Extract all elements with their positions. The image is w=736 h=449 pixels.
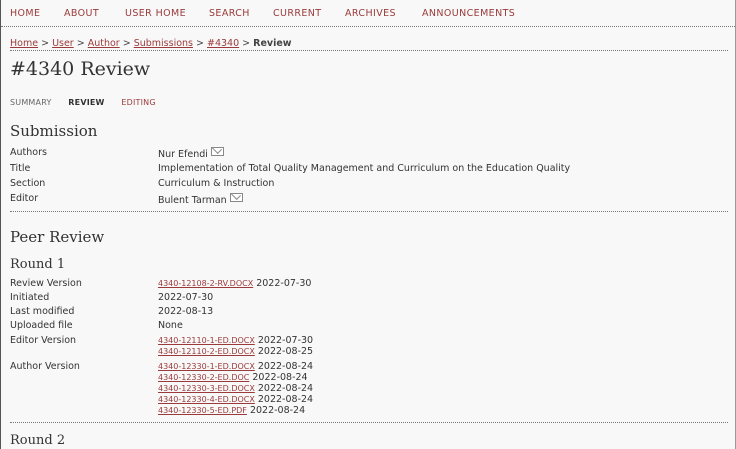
review-version-label: Review Version xyxy=(10,278,82,289)
tab-review[interactable]: REVIEW xyxy=(68,98,104,107)
breadcrumb-author[interactable]: Author xyxy=(88,38,120,49)
tab-summary[interactable]: SUMMARY xyxy=(10,98,52,107)
breadcrumb-user[interactable]: User xyxy=(52,38,74,49)
author-file-link[interactable]: 4340-12330-1-ED.DOCX xyxy=(158,362,255,371)
author-file-link[interactable]: 4340-12330-2-ED.DOC xyxy=(158,373,249,382)
author-file-row: 4340-12330-3-ED.DOCX 2022-08-24 xyxy=(158,383,314,394)
authors-value: Nur Efendi xyxy=(158,147,224,160)
section-value: Curriculum & Instruction xyxy=(158,178,275,189)
breadcrumb-submissions[interactable]: Submissions xyxy=(134,38,193,49)
editor-file-row: 4340-12110-2-ED.DOCX 2022-08-25 xyxy=(158,346,314,357)
divider xyxy=(10,211,728,212)
breadcrumb-home[interactable]: Home xyxy=(10,38,38,49)
author-file-row: 4340-12330-4-ED.DOCX 2022-08-24 xyxy=(158,394,314,405)
editor-file-link[interactable]: 4340-12110-2-ED.DOCX xyxy=(158,347,255,356)
nav-about[interactable]: ABOUT xyxy=(64,8,99,19)
breadcrumb-id[interactable]: #4340 xyxy=(207,38,239,49)
submission-heading: Submission xyxy=(10,122,98,140)
initiated-value: 2022-07-30 xyxy=(158,292,214,303)
divider xyxy=(10,50,728,51)
nav-announcements[interactable]: ANNOUNCEMENTS xyxy=(422,8,515,19)
nav-user-home[interactable]: USER HOME xyxy=(125,8,186,19)
title-value: Implementation of Total Quality Manageme… xyxy=(158,163,571,174)
breadcrumb: Home > User > Author > Submissions > #43… xyxy=(10,38,292,49)
authors-label: Authors xyxy=(10,147,47,158)
round-2-heading: Round 2 xyxy=(10,433,66,448)
author-file-link[interactable]: 4340-12330-3-ED.DOCX xyxy=(158,384,255,393)
author-file-row: 4340-12330-1-ED.DOCX 2022-08-24 xyxy=(158,361,314,372)
author-file-link[interactable]: 4340-12330-4-ED.DOCX xyxy=(158,395,255,404)
breadcrumb-current: Review xyxy=(253,38,292,49)
nav-search[interactable]: SEARCH xyxy=(209,8,250,19)
uploaded-file-label: Uploaded file xyxy=(10,320,73,331)
section-label: Section xyxy=(10,178,46,189)
divider xyxy=(10,422,728,423)
last-modified-value: 2022-08-13 xyxy=(158,306,214,317)
editor-version-label: Editor Version xyxy=(10,335,77,346)
last-modified-label: Last modified xyxy=(10,306,75,317)
author-file-row: 4340-12330-5-ED.PDF 2022-08-24 xyxy=(158,405,306,416)
author-version-label: Author Version xyxy=(10,361,80,372)
author-file-link[interactable]: 4340-12330-5-ED.PDF xyxy=(158,406,247,415)
review-version-value: 4340-12108-2-RV.DOCX 2022-07-30 xyxy=(158,278,312,289)
nav-home[interactable]: HOME xyxy=(10,8,40,19)
review-version-file-link[interactable]: 4340-12108-2-RV.DOCX xyxy=(158,279,253,288)
editor-file-row: 4340-12110-1-ED.DOCX 2022-07-30 xyxy=(158,335,314,346)
email-icon[interactable] xyxy=(210,147,224,156)
round-1-heading: Round 1 xyxy=(10,257,66,272)
tab-editing[interactable]: EDITING xyxy=(121,98,155,107)
page-frame: HOME ABOUT USER HOME SEARCH CURRENT ARCH… xyxy=(0,0,736,449)
nav-archives[interactable]: ARCHIVES xyxy=(345,8,396,19)
initiated-label: Initiated xyxy=(10,292,50,303)
nav-current[interactable]: CURRENT xyxy=(273,8,322,19)
title-label: Title xyxy=(10,163,31,174)
page-title: #4340 Review xyxy=(10,58,151,80)
email-icon[interactable] xyxy=(229,193,243,202)
top-nav: HOME ABOUT USER HOME SEARCH CURRENT ARCH… xyxy=(1,0,735,27)
editor-label: Editor xyxy=(10,193,39,204)
sub-tabs: SUMMARY REVIEW EDITING xyxy=(10,98,170,107)
editor-value: Bulent Tarman xyxy=(158,193,243,206)
author-file-row: 4340-12330-2-ED.DOC 2022-08-24 xyxy=(158,372,308,383)
editor-file-link[interactable]: 4340-12110-1-ED.DOCX xyxy=(158,336,255,345)
uploaded-file-value: None xyxy=(158,320,183,331)
peer-review-heading: Peer Review xyxy=(10,228,105,246)
